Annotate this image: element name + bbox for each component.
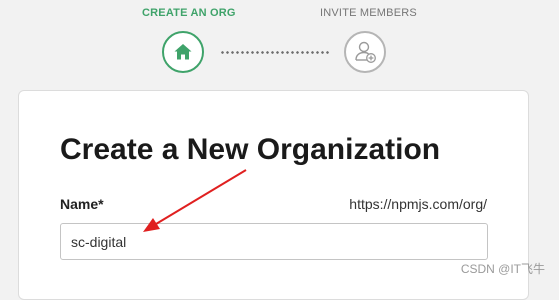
home-icon [173, 42, 193, 62]
step-create-org[interactable] [162, 31, 204, 73]
step-invite-members[interactable] [344, 31, 386, 73]
org-url-prefix: https://npmjs.com/org/ [349, 196, 487, 212]
stepper: CREATE AN ORG INVITE MEMBERS [0, 0, 559, 90]
page-title: Create a New Organization [60, 133, 440, 167]
create-org-card: Create a New Organization Name* https://… [18, 90, 529, 300]
step-connector [220, 51, 330, 54]
watermark: CSDN @IT飞牛 [461, 260, 545, 277]
name-label: Name* [60, 196, 104, 212]
step-label-invite-members: INVITE MEMBERS [320, 7, 417, 19]
org-name-input[interactable] [60, 223, 488, 260]
step-label-create-org: CREATE AN ORG [142, 7, 236, 19]
add-user-icon [352, 39, 378, 65]
